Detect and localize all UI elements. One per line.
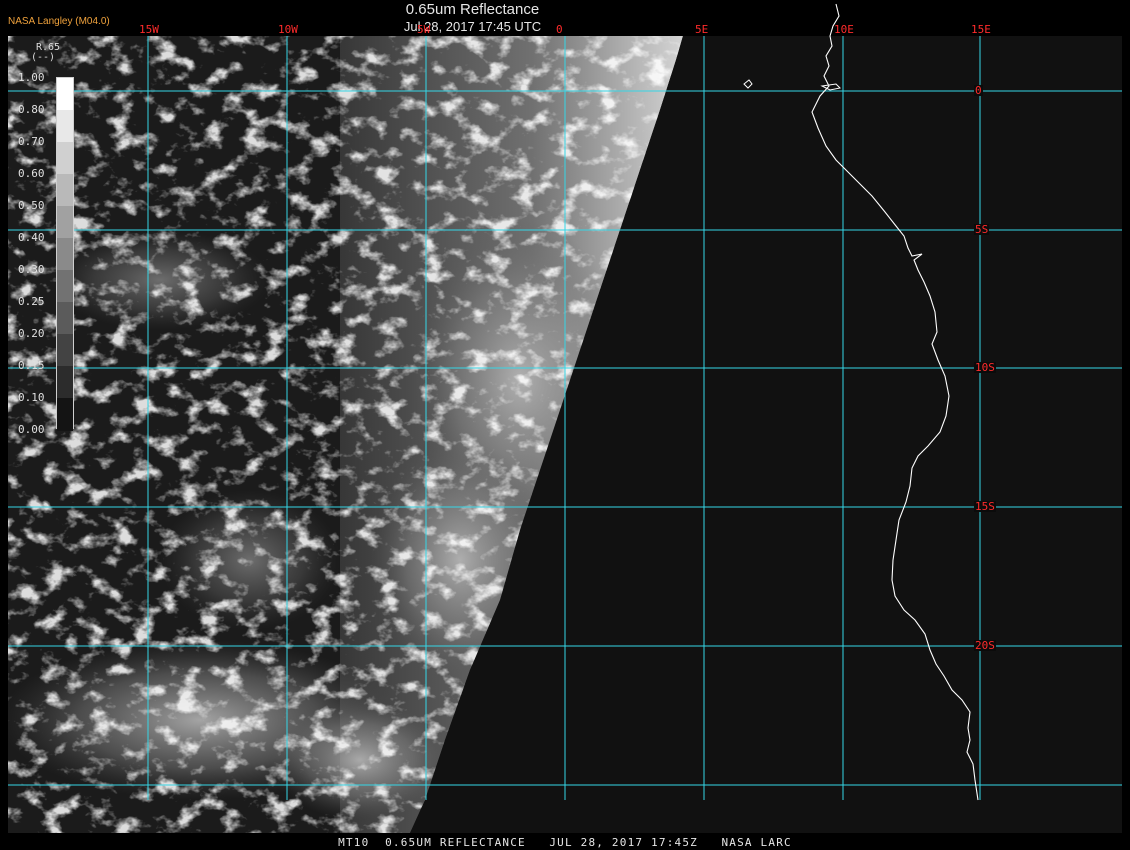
colorbar-step: [57, 110, 73, 143]
colorbar-tick: 0.20: [18, 327, 45, 340]
colorbar-step: [57, 334, 73, 367]
colorbar-step: [57, 142, 73, 175]
colorbar-step: [57, 238, 73, 271]
colorbar-tick: 0.25: [18, 295, 45, 308]
lat-label-0: 0: [974, 84, 983, 97]
colorbar-step: [57, 270, 73, 303]
lat-label-5s: 5S: [974, 223, 990, 236]
lon-label-10w: 10W: [278, 23, 298, 36]
satellite-image-viewer: 0.65um Reflectance Jul 28, 2017 17:45 UT…: [0, 0, 1130, 850]
colorbar-step: [57, 366, 73, 399]
lat-label-10s: 10S: [974, 361, 996, 374]
colorbar-tick: 0.15: [18, 359, 45, 372]
chart-title: 0.65um Reflectance: [405, 1, 540, 18]
lon-label-15w: 15W: [139, 23, 159, 36]
lon-label-0: 0: [556, 23, 563, 36]
colorbar-step: [57, 174, 73, 207]
colorbar-step: [57, 78, 73, 111]
legend-units: (--): [31, 52, 56, 63]
colorbar-tick: 0.50: [18, 199, 45, 212]
colorbar-tick: 1.00: [18, 71, 45, 84]
colorbar-step: [57, 206, 73, 239]
colorbar-tick: 0.10: [18, 391, 45, 404]
footer-caption: MT10 0.65UM REFLECTANCE JUL 28, 2017 17:…: [0, 836, 1130, 850]
lon-label-5w: 5W: [417, 23, 431, 36]
colorbar-step: [57, 302, 73, 335]
lon-label-5e: 5E: [695, 23, 709, 36]
lat-label-15s: 15S: [974, 500, 996, 513]
colorbar-tick: 0.00: [18, 423, 45, 436]
lon-label-10e: 10E: [834, 23, 854, 36]
colorbar-tick: 0.40: [18, 231, 45, 244]
colorbar-tick: 0.70: [18, 135, 45, 148]
colorbar-tick: 0.80: [18, 103, 45, 116]
lat-label-20s: 20S: [974, 639, 996, 652]
satellite-reflectance-imagery: [8, 3, 1122, 833]
colorbar: [56, 77, 74, 431]
organization-label: NASA Langley (M04.0): [8, 16, 110, 27]
colorbar-tick: 0.60: [18, 167, 45, 180]
lon-label-15e: 15E: [971, 23, 991, 36]
colorbar-step: [57, 398, 73, 431]
colorbar-tick: 0.30: [18, 263, 45, 276]
